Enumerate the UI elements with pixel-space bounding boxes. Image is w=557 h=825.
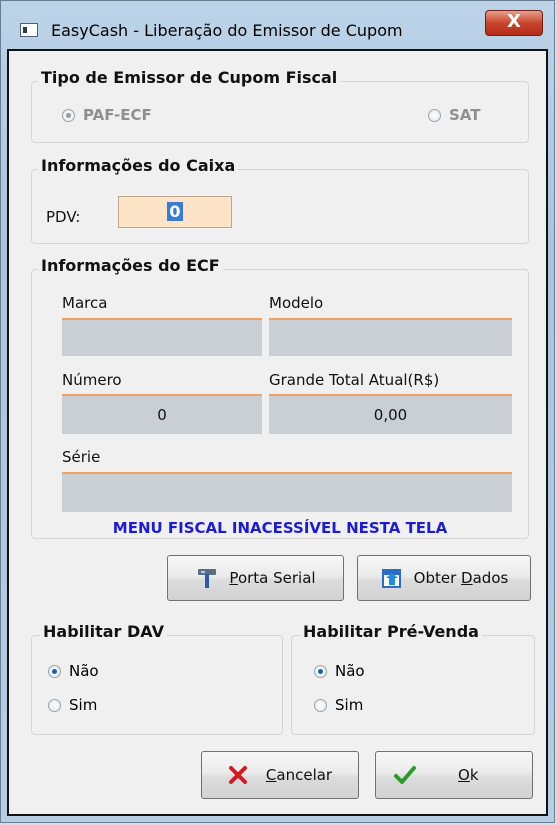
- numero-label: Número: [62, 371, 122, 389]
- obter-dados-rest: ados: [472, 569, 509, 587]
- emissor-group-title: Tipo de Emissor de Cupom Fiscal: [38, 68, 341, 87]
- porta-serial-accel: P: [229, 569, 238, 587]
- prevenda-radio-nao[interactable]: Não: [314, 662, 365, 680]
- cancel-x-icon: [228, 765, 248, 785]
- prevenda-group: Habilitar Pré-Venda Não Sim: [291, 622, 535, 735]
- prevenda-radio-sim-icon: [314, 698, 327, 712]
- grande-total-label: Grande Total Atual(R$): [269, 371, 440, 389]
- app-icon: [20, 23, 38, 37]
- cancel-button[interactable]: Cancelar: [201, 751, 359, 799]
- radio-sat-icon: [428, 108, 441, 122]
- radio-paf-ecf-label: PAF-ECF: [83, 106, 152, 124]
- dav-radio-nao-label: Não: [69, 662, 99, 680]
- ok-accel: O: [458, 766, 470, 784]
- cancelar-rest: ancelar: [276, 766, 333, 784]
- porta-serial-rest: orta Serial: [237, 569, 316, 587]
- marca-field: [62, 318, 262, 356]
- emissor-group: Tipo de Emissor de Cupom Fiscal PAF-ECF …: [31, 68, 529, 143]
- caixa-group-title: Informações do Caixa: [38, 156, 239, 175]
- dav-radio-nao[interactable]: Não: [48, 662, 99, 680]
- dialog-window: EasyCash - Liberação do Emissor de Cupom…: [0, 0, 555, 823]
- ecf-group: Informações do ECF Marca Modelo Número 0…: [31, 256, 529, 539]
- numero-field: 0: [62, 394, 262, 434]
- cancelar-accel: C: [265, 766, 277, 784]
- prevenda-group-title: Habilitar Pré-Venda: [300, 622, 482, 641]
- pdv-label: PDV:: [46, 208, 81, 226]
- marca-label: Marca: [62, 294, 108, 312]
- hammer-icon: [195, 566, 219, 590]
- prevenda-radio-nao-label: Não: [335, 662, 365, 680]
- caixa-group: Informações do Caixa PDV: 0: [31, 156, 529, 244]
- dav-group-title: Habilitar DAV: [40, 622, 167, 641]
- title-bar[interactable]: EasyCash - Liberação do Emissor de Cupom…: [1, 1, 554, 47]
- ok-rest: k: [469, 766, 479, 784]
- import-icon: [380, 566, 404, 590]
- checkmark-icon: [394, 765, 416, 785]
- radio-paf-ecf-icon: [62, 108, 75, 122]
- prevenda-radio-sim[interactable]: Sim: [314, 696, 363, 714]
- prevenda-radio-sim-label: Sim: [335, 696, 364, 714]
- window-title: EasyCash - Liberação do Emissor de Cupom: [51, 21, 403, 40]
- pdv-input[interactable]: 0: [118, 196, 232, 228]
- close-button[interactable]: X: [485, 10, 543, 36]
- radio-sat-label: SAT: [449, 106, 481, 124]
- serie-label: Série: [62, 448, 101, 466]
- obter-dados-accel: D: [461, 569, 473, 587]
- dav-radio-sim[interactable]: Sim: [48, 696, 97, 714]
- obter-dados-button[interactable]: Obter Dados: [357, 555, 531, 601]
- dav-radio-sim-label: Sim: [69, 696, 98, 714]
- modelo-label: Modelo: [269, 294, 324, 312]
- dav-group: Habilitar DAV Não Sim: [31, 622, 283, 735]
- ecf-group-title: Informações do ECF: [38, 256, 223, 275]
- serie-field: [62, 472, 512, 512]
- porta-serial-button[interactable]: Porta Serial: [167, 555, 344, 601]
- radio-paf-ecf[interactable]: PAF-ECF: [62, 106, 152, 124]
- pdv-value: 0: [167, 202, 183, 221]
- dav-radio-nao-icon: [48, 664, 61, 678]
- radio-sat[interactable]: SAT: [428, 106, 480, 124]
- obter-dados-prefix: Obter: [413, 569, 462, 587]
- dialog-body: Tipo de Emissor de Cupom Fiscal PAF-ECF …: [7, 49, 548, 816]
- grande-total-field: 0,00: [269, 394, 512, 434]
- dav-radio-sim-icon: [48, 698, 61, 712]
- ok-button[interactable]: Ok: [375, 751, 533, 799]
- menu-fiscal-warning: MENU FISCAL INACESSÍVEL NESTA TELA: [112, 519, 448, 537]
- modelo-field: [269, 318, 512, 356]
- prevenda-radio-nao-icon: [314, 664, 327, 678]
